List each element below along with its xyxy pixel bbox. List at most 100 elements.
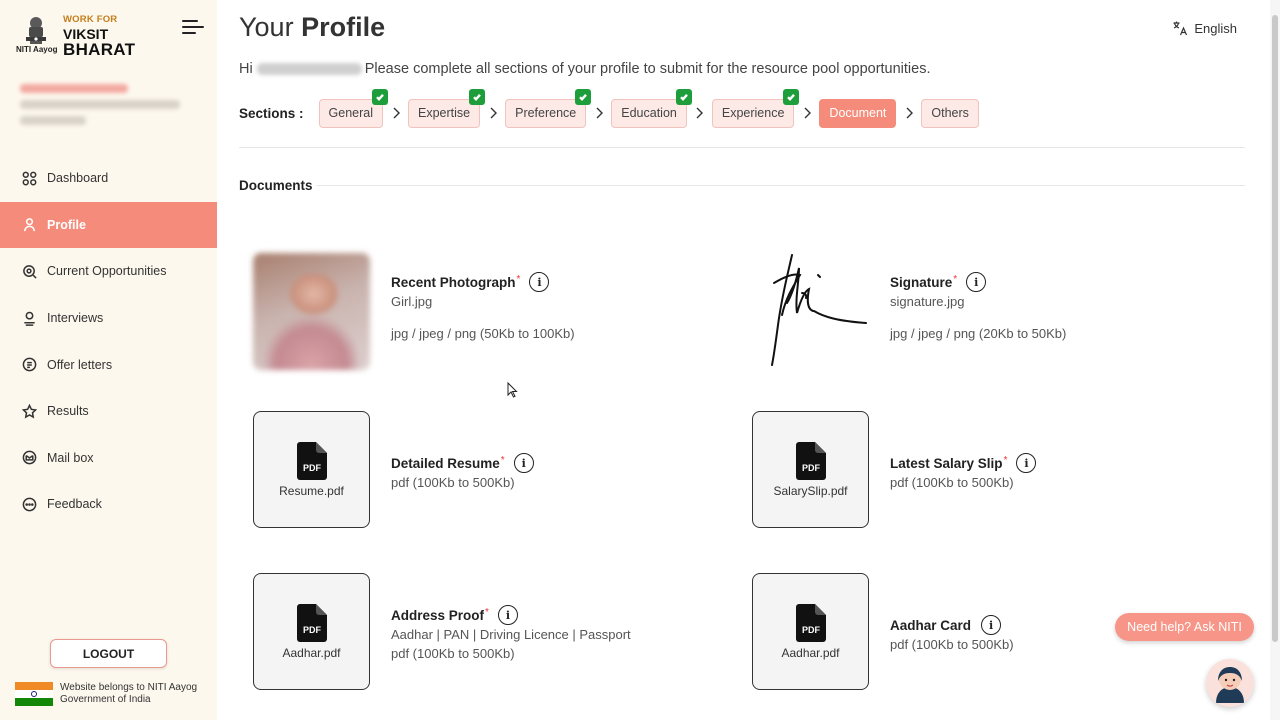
- pdf-icon-label: PDF: [802, 625, 821, 635]
- check-icon: [372, 88, 388, 105]
- document-meta: Recent Photograph * i Girl.jpg jpg / jpeg …: [391, 253, 575, 370]
- sidebar-item-current-opportunities[interactable]: Current Opportunities: [0, 248, 217, 295]
- check-icon: [469, 88, 486, 105]
- tab-document[interactable]: Document: [819, 98, 897, 128]
- file-hint: jpg / jpeg / png (20Kb to 50Kb): [890, 326, 1067, 341]
- sidebar-item-offer-letters[interactable]: Offer letters: [0, 341, 217, 388]
- document-meta: Detailed Resume * i pdf (100Kb to 500Kb): [391, 411, 534, 528]
- sidebar-item-label: Feedback: [47, 497, 102, 512]
- info-icon[interactable]: i: [1016, 453, 1037, 473]
- sidebar-item-label: Interviews: [47, 311, 104, 326]
- sidebar-item-feedback[interactable]: Feedback: [0, 481, 217, 528]
- sidebar-item-profile[interactable]: Profile: [0, 201, 217, 249]
- mouse-cursor-icon: [507, 382, 518, 398]
- brand-line-3: BHARAT: [63, 39, 136, 59]
- document-name: Latest Salary Slip * i: [890, 453, 1037, 473]
- logout-button[interactable]: LOGOUT: [50, 639, 167, 668]
- file-name: Aadhar.pdf: [282, 645, 341, 660]
- sidebar-item-label: Dashboard: [47, 171, 109, 186]
- tab-experience[interactable]: Experience: [711, 88, 800, 128]
- tab-education[interactable]: Education: [611, 88, 692, 128]
- brand-line-2: VIKSIT: [63, 25, 109, 42]
- user-name-redacted: [256, 63, 362, 76]
- step-label: Document: [829, 106, 887, 120]
- document-title: Address Proof: [391, 607, 485, 623]
- document-title: Detailed Resume: [391, 455, 500, 471]
- pdf-icon-label: PDF: [303, 463, 322, 473]
- step-label: Education: [621, 106, 677, 120]
- greeting-message: Please complete all sections of your pro…: [364, 61, 931, 77]
- info-icon[interactable]: i: [966, 272, 987, 292]
- pdf-file-icon: PDF: [296, 441, 327, 480]
- sidebar-item-label: Current Opportunities: [47, 264, 167, 279]
- user-icon: [21, 217, 37, 233]
- sidebar-item-interviews[interactable]: Interviews: [0, 295, 217, 342]
- chatbot-avatar-icon[interactable]: [1206, 659, 1254, 707]
- sidebar-item-dashboard[interactable]: Dashboard: [0, 155, 217, 202]
- document-signature: Signature * i signature.jpg jpg / jpeg / p…: [752, 253, 1066, 370]
- greeting-prefix: Hi: [239, 61, 253, 77]
- india-flag-icon: [15, 682, 53, 706]
- scrollbar-thumb[interactable]: [1272, 15, 1278, 642]
- photo-preview[interactable]: [253, 253, 370, 370]
- pdf-file-icon: PDF: [296, 603, 327, 642]
- star-icon: [21, 403, 37, 419]
- pdf-icon-label: PDF: [802, 463, 821, 473]
- required-marker: *: [500, 454, 505, 466]
- menu-toggle-icon[interactable]: [182, 20, 204, 34]
- document-title: Signature: [890, 274, 953, 290]
- file-hint: jpg / jpeg / png (50Kb to 100Kb): [391, 326, 575, 341]
- sidebar-item-results[interactable]: Results: [0, 388, 217, 435]
- file-hint-size: pdf (100Kb to 500Kb): [391, 646, 515, 661]
- greeting: Hi Please complete all sections of your p…: [239, 61, 931, 77]
- info-icon[interactable]: i: [513, 453, 534, 473]
- info-icon[interactable]: i: [981, 615, 1002, 635]
- mail-icon: [21, 450, 37, 466]
- document-address-proof: PDF Aadhar.pdf Address Proof * i Aadhar | …: [253, 573, 631, 690]
- pdf-preview[interactable]: PDF SalarySlip.pdf: [752, 411, 869, 528]
- file-hint: pdf (100Kb to 500Kb): [890, 475, 1014, 490]
- pdf-preview[interactable]: PDF Resume.pdf: [253, 411, 370, 528]
- grid-icon: [21, 170, 37, 186]
- footer-text: Website belongs to NITI Aayog Government…: [60, 682, 198, 705]
- document-name: Aadhar Card i: [890, 615, 1014, 635]
- document-latest-salary-slip: PDF SalarySlip.pdf Latest Salary Slip * i …: [752, 411, 1037, 528]
- step-label: Expertise: [418, 106, 471, 120]
- document-name: Recent Photograph * i: [391, 272, 575, 292]
- page-title: Your Profile: [239, 12, 385, 43]
- document-icon: [21, 357, 37, 373]
- tab-others[interactable]: Others: [921, 98, 979, 128]
- sidebar-item-label: Results: [47, 404, 89, 419]
- pdf-preview[interactable]: PDF Aadhar.pdf: [752, 573, 869, 690]
- info-icon[interactable]: i: [497, 605, 518, 625]
- pdf-icon-label: PDF: [303, 625, 322, 635]
- page-scrollbar[interactable]: [1270, 0, 1280, 720]
- required-marker: *: [485, 606, 489, 618]
- chevron-right-icon: [687, 107, 712, 119]
- tab-general[interactable]: General: [318, 88, 388, 128]
- pdf-preview[interactable]: PDF Aadhar.pdf: [253, 573, 370, 690]
- chevron-right-icon: [586, 107, 611, 119]
- check-icon: [783, 88, 800, 105]
- check-icon: [675, 88, 692, 105]
- document-meta: Signature * i signature.jpg jpg / jpeg / p…: [890, 253, 1066, 370]
- file-name: SalarySlip.pdf: [773, 483, 848, 498]
- language-selector[interactable]: English: [1172, 20, 1237, 36]
- signature-preview[interactable]: [752, 253, 869, 370]
- document-aadhar-card: PDF Aadhar.pdf Aadhar Card i pdf (100Kb t…: [752, 573, 1014, 690]
- sidebar-item-mail-box[interactable]: Mail box: [0, 435, 217, 482]
- pdf-file-icon: PDF: [795, 441, 826, 480]
- tab-expertise[interactable]: Expertise: [408, 88, 486, 128]
- tab-preference[interactable]: Preference: [505, 88, 592, 128]
- document-title: Recent Photograph: [391, 274, 516, 290]
- chat-icon: [21, 496, 37, 512]
- help-button[interactable]: Need help? Ask NITI: [1115, 613, 1254, 641]
- file-hint: Aadhar | PAN | Driving Licence | Passpor…: [391, 627, 631, 642]
- search-icon: [21, 263, 37, 279]
- section-stepper: Sections : General Expertise Preference …: [239, 88, 979, 128]
- emblem-caption: NITI Aayog: [16, 45, 58, 54]
- file-name: signature.jpg: [890, 294, 965, 309]
- document-title: Aadhar Card: [890, 617, 972, 633]
- file-name: Aadhar.pdf: [781, 645, 840, 660]
- info-icon[interactable]: i: [529, 272, 550, 292]
